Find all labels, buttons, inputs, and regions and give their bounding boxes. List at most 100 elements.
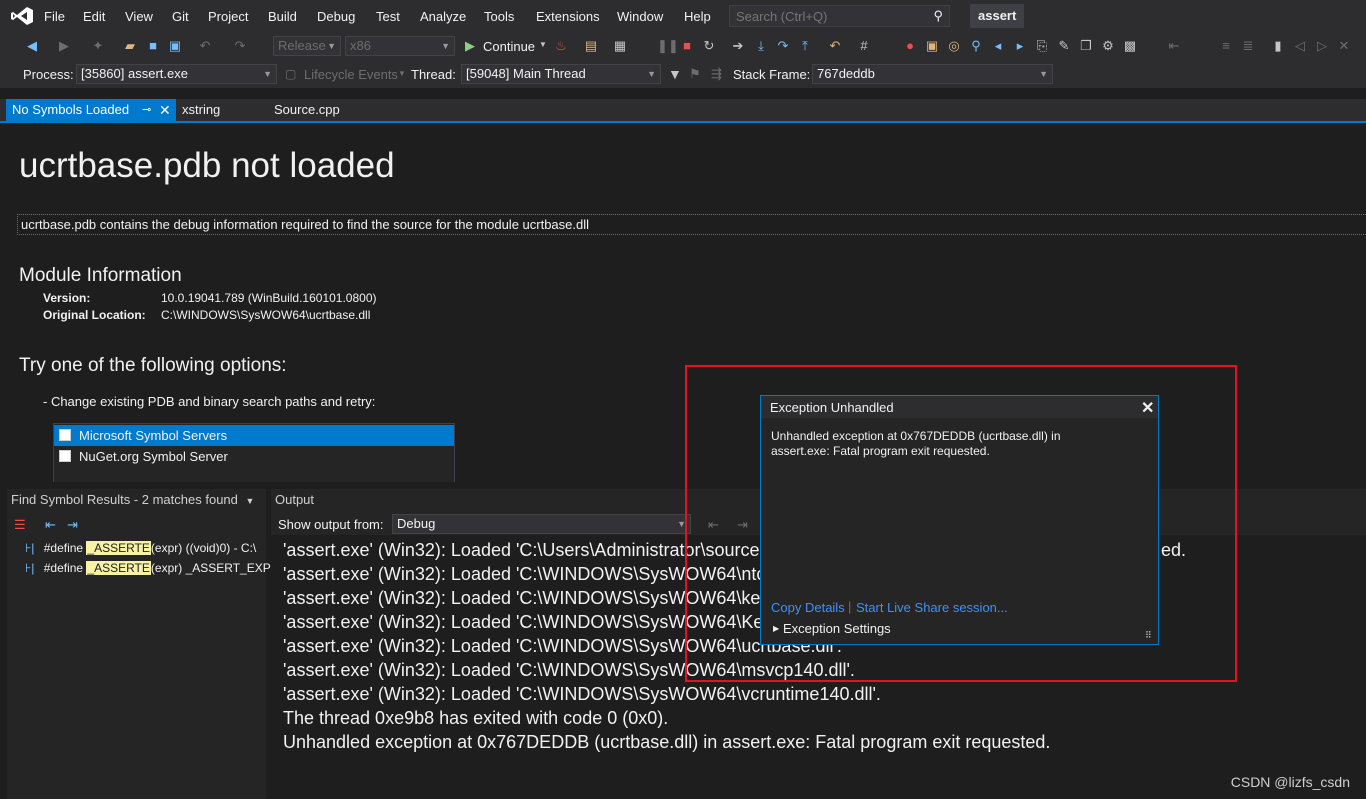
resize-grip-icon[interactable]: ⠿ [1145,630,1152,641]
tab-xstring[interactable]: xstring [176,99,226,121]
thread-dropdown[interactable]: [59048] Main Thread ▼ [461,64,661,84]
locals-icon[interactable]: ▣ [924,38,940,54]
next-bookmark-icon[interactable]: ▷ [1314,38,1330,54]
menu-tools[interactable]: Tools [484,9,514,24]
visual-studio-logo-icon[interactable] [10,6,34,26]
search-input[interactable] [736,8,916,24]
chevron-down-icon: ▼ [263,69,272,79]
back-icon[interactable]: ◀ [24,38,40,54]
watch-icon[interactable]: ◎ [946,38,962,54]
clear-results-icon[interactable]: ☰ [14,517,26,533]
pause-icon[interactable]: ❚❚ [657,38,679,54]
start-live-share-link[interactable]: Start Live Share session... [856,600,1008,615]
clear-icon[interactable]: ▩ [1122,38,1138,54]
menu-project[interactable]: Project [208,9,248,24]
chevron-down-icon[interactable]: ▼ [539,40,547,49]
menu-file[interactable]: File [44,9,65,24]
menu-test[interactable]: Test [376,9,400,24]
expand-triangle-icon[interactable]: ▶ [773,624,779,633]
configuration-dropdown[interactable]: Release ▼ [273,36,341,56]
hot-reload-icon[interactable]: ♨ [553,38,569,54]
play-icon[interactable]: ▶ [465,38,475,54]
menu-analyze[interactable]: Analyze [420,9,466,24]
flag-icon[interactable]: ⚑ [689,66,701,82]
open-folder-icon[interactable]: ▰ [122,38,138,54]
hex-display-icon[interactable]: # [856,38,872,54]
dialog-title: Exception Unhandled [770,400,894,415]
exception-message-line2: assert.exe: Fatal program exit requested… [771,444,990,458]
output-source-dropdown[interactable]: Debug ▼ [392,514,691,534]
exception-message-line1: Unhandled exception at 0x767DEDDB (ucrtb… [771,429,1061,443]
exception-settings-toggle[interactable]: Exception Settings [783,621,891,636]
prev-bookmark-icon[interactable]: ◁ [1292,38,1308,54]
bookmark-toggle-icon[interactable]: ▮ [1270,38,1286,54]
chevron-down-icon[interactable]: ▼ [246,496,255,506]
nav-back-icon[interactable]: ◂ [990,38,1006,54]
tab-no-symbols-loaded[interactable]: No Symbols Loaded ⊸ ✕ [6,99,176,121]
options-heading: Try one of the following options: [19,355,287,376]
bookmark-icon[interactable]: ⎘ [1034,38,1050,54]
chevron-down-icon[interactable]: ▼ [398,69,406,78]
stack-frame-dropdown[interactable]: 767deddb ▼ [812,64,1053,84]
lifecycle-events-button[interactable]: Lifecycle Events [304,67,398,82]
step-out-icon[interactable]: ⤒ [797,38,813,54]
search-box[interactable]: ⚲ [729,5,950,27]
nav-forward-icon[interactable]: ▸ [1012,38,1028,54]
indent-icon[interactable]: ⇤ [1166,38,1182,54]
description-text: ucrtbase.pdb contains the debug informat… [17,214,1366,235]
find-icon[interactable]: ⚲ [968,38,984,54]
close-icon[interactable]: ✕ [159,99,171,121]
list-item[interactable]: ⊦| #define _ASSERTE(expr) ((void)0) - C:… [25,541,256,555]
show-next-statement-icon[interactable]: ➔ [730,38,746,54]
list-item[interactable]: ⊦| #define _ASSERTE(expr) _ASSERT_EXP [25,561,271,575]
list-item-nuget-symbol-server[interactable]: NuGet.org Symbol Server [54,446,454,467]
chevron-down-icon: ▼ [1039,69,1048,79]
menu-window[interactable]: Window [617,9,663,24]
pin-icon[interactable]: ⊸ [142,99,151,121]
step-into-icon[interactable]: ⤓ [753,38,769,54]
filter-icon[interactable]: ▼ [668,66,682,82]
new-project-icon[interactable]: ✦ [90,38,106,54]
search-icon[interactable]: ⚲ [933,8,943,24]
checkbox[interactable] [59,450,71,462]
menu-git[interactable]: Git [172,9,189,24]
undo-step-icon[interactable]: ↶ [827,38,843,54]
comment-icon[interactable]: ≡ [1218,38,1234,54]
stop-icon[interactable]: ■ [679,38,695,54]
go-to-definition-icon[interactable]: ⇤ [45,517,56,533]
screenshot-icon[interactable]: ▦ [612,38,628,54]
toggle-icon[interactable]: ⚙ [1100,38,1116,54]
menu-help[interactable]: Help [684,9,711,24]
undo-icon[interactable]: ↶ [197,38,213,54]
breakpoint-icon[interactable]: ● [902,38,918,54]
go-to-reference-icon[interactable]: ⇥ [67,517,78,533]
step-over-icon[interactable]: ↷ [775,38,791,54]
restart-icon[interactable]: ↻ [701,38,717,54]
checkbox[interactable] [59,429,71,441]
process-dropdown[interactable]: [35860] assert.exe ▼ [76,64,277,84]
list-item-microsoft-symbol-servers[interactable]: Microsoft Symbol Servers [54,425,454,446]
platform-dropdown[interactable]: x86 ▼ [345,36,455,56]
break-all-folder-icon[interactable]: ▤ [583,38,599,54]
save-all-icon[interactable]: ▣ [167,38,183,54]
clear-bookmarks-icon[interactable]: ✕ [1336,38,1352,54]
forward-icon[interactable]: ▶ [56,38,72,54]
version-value: 10.0.19041.789 (WinBuild.160101.0800) [161,291,377,305]
menu-build[interactable]: Build [268,9,297,24]
copy-icon[interactable]: ❐ [1078,38,1094,54]
menu-extensions[interactable]: Extensions [536,9,600,24]
menu-debug[interactable]: Debug [317,9,355,24]
uncomment-icon[interactable]: ≣ [1240,38,1256,54]
menu-view[interactable]: View [125,9,153,24]
copy-details-link[interactable]: Copy Details [771,600,845,615]
threads-icon[interactable]: ⇶ [711,66,722,82]
redo-icon[interactable]: ↷ [232,38,248,54]
abc-icon[interactable]: ✎ [1056,38,1072,54]
close-icon[interactable]: ✕ [1141,398,1154,418]
panel-title[interactable]: Find Symbol Results - 2 matches found ▼ [7,489,266,511]
save-icon[interactable]: ■ [145,38,161,54]
continue-button[interactable]: Continue [483,39,535,54]
tab-source-cpp[interactable]: Source.cpp [268,99,346,121]
menu-edit[interactable]: Edit [83,9,105,24]
lifecycle-events-icon[interactable]: ▢ [285,67,296,81]
